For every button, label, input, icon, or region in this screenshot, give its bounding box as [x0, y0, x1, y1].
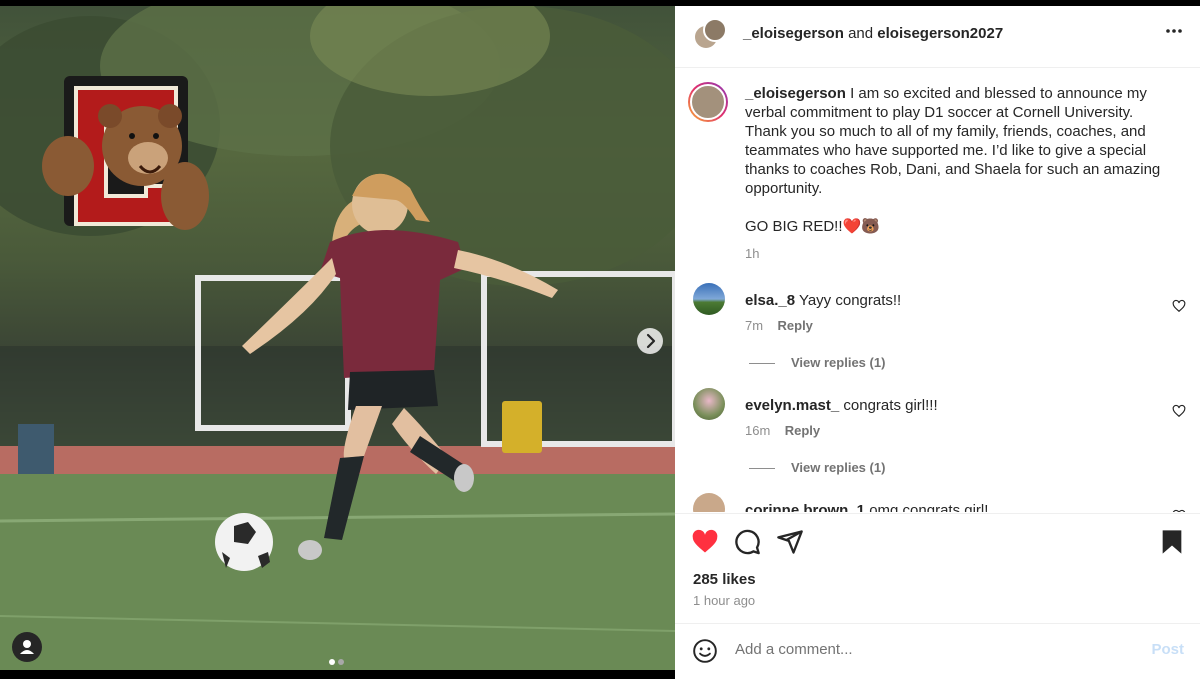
divider	[749, 363, 775, 365]
comment-avatar[interactable]	[693, 493, 725, 512]
carousel-dot	[338, 659, 344, 665]
comment: evelyn.mast_ congrats girl!!!	[745, 397, 938, 414]
author-username[interactable]: _eloisegerson	[743, 25, 844, 42]
post-authors: _eloisegerson and eloisegerson2027	[743, 25, 1003, 42]
divider	[749, 468, 775, 470]
comments-list[interactable]: _eloisegerson I am so excited and blesse…	[675, 69, 1200, 512]
comment-username[interactable]: corinne.brown_1	[745, 502, 865, 512]
add-comment-bar: Add a comment... Post	[675, 623, 1200, 679]
photo-scene	[0, 6, 675, 670]
reply-button[interactable]: Reply	[785, 423, 820, 438]
view-replies-label: View replies (1)	[791, 460, 886, 475]
comment-username[interactable]: evelyn.mast_	[745, 397, 839, 414]
comment-avatar[interactable]	[693, 283, 725, 315]
caption-text-2: GO BIG RED!!❤️🐻	[745, 218, 880, 235]
share-icon[interactable]	[776, 528, 804, 556]
reply-button[interactable]: Reply	[778, 318, 813, 333]
post-time: 1 hour ago	[693, 593, 756, 608]
caption-time: 1h	[745, 246, 760, 261]
emoji-icon[interactable]	[692, 638, 718, 664]
likes-count[interactable]: 285 likes	[693, 571, 756, 588]
carousel-indicator	[329, 652, 347, 670]
post-header: _eloisegerson and eloisegerson2027	[675, 6, 1200, 68]
view-replies-button[interactable]: View replies (1)	[749, 355, 885, 370]
next-slide-button[interactable]	[637, 328, 663, 354]
tagged-users-button[interactable]	[12, 632, 42, 662]
comment-time: 16m	[745, 423, 771, 438]
comment-input[interactable]: Add a comment...	[735, 641, 853, 658]
comment-time: 7m	[745, 318, 764, 333]
post-actions: 285 likes 1 hour ago	[675, 513, 1200, 625]
comment-meta: 16m Reply	[745, 423, 820, 438]
comment-text: omg congrats girl!	[869, 502, 989, 512]
comment-text: congrats girl!!!	[843, 397, 938, 414]
chevron-right-icon	[646, 333, 656, 349]
avatar-primary[interactable]	[703, 18, 727, 42]
comment: corinne.brown_1 omg congrats girl!	[745, 502, 988, 512]
cornell-logo	[42, 76, 209, 230]
comment-meta: 7m Reply	[745, 318, 813, 333]
coauthor-username[interactable]: eloisegerson2027	[877, 25, 1003, 42]
author-connector: and	[848, 25, 874, 42]
like-comment-icon[interactable]	[1172, 299, 1186, 313]
like-comment-icon[interactable]	[1172, 404, 1186, 418]
post-sidebar: _eloisegerson and eloisegerson2027 _eloi…	[675, 6, 1200, 679]
like-comment-icon[interactable]	[1172, 509, 1186, 512]
user-icon	[20, 640, 34, 654]
comment: elsa._8 Yayy congrats!!	[745, 292, 901, 309]
caption-avatar[interactable]	[688, 82, 728, 122]
post-comment-button[interactable]: Post	[1151, 641, 1184, 658]
comment-text: Yayy congrats!!	[798, 292, 902, 309]
comment-avatar[interactable]	[693, 388, 725, 420]
more-horizontal-icon	[1166, 29, 1182, 33]
carousel-dot-active	[329, 659, 335, 665]
more-options-button[interactable]	[1164, 21, 1184, 46]
heart-icon[interactable]	[691, 528, 719, 556]
view-replies-button[interactable]: View replies (1)	[749, 460, 885, 475]
caption-username[interactable]: _eloisegerson	[745, 85, 846, 102]
post-photo[interactable]	[0, 6, 675, 670]
post-caption: _eloisegerson I am so excited and blesse…	[745, 84, 1175, 263]
comment-username[interactable]: elsa._8	[745, 292, 795, 309]
comment-icon[interactable]	[733, 528, 761, 556]
view-replies-label: View replies (1)	[791, 355, 886, 370]
instagram-post-viewer: _eloisegerson and eloisegerson2027 _eloi…	[0, 0, 1200, 679]
bookmark-icon[interactable]	[1160, 528, 1184, 556]
